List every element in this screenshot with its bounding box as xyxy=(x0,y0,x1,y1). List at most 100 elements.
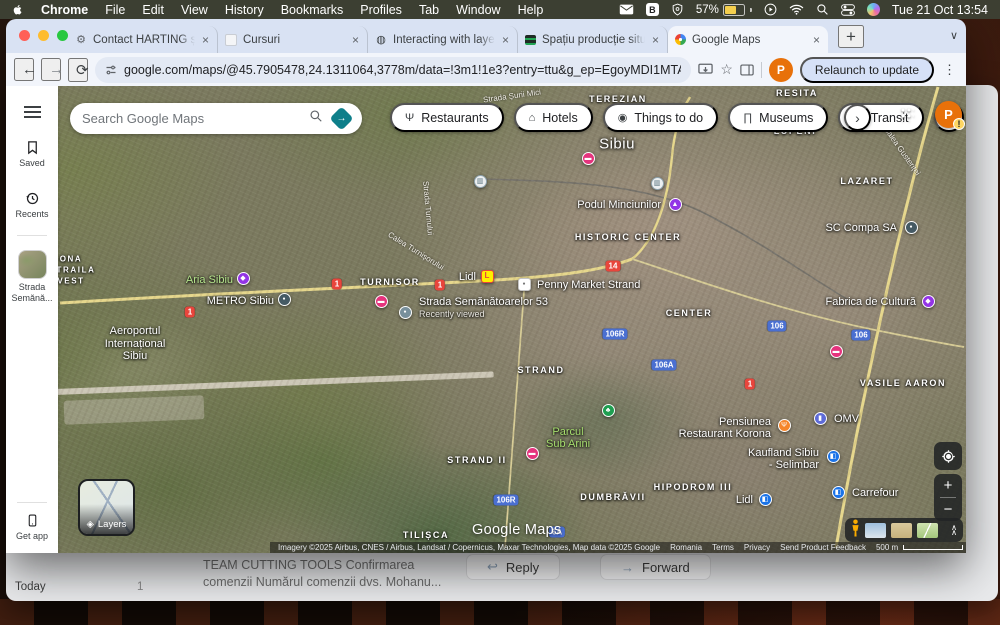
chip-restaurants[interactable]: Ψ Restaurants xyxy=(390,103,504,132)
menu-item-tab[interactable]: Tab xyxy=(419,3,439,17)
tab-contact-harting-i-fra[interactable]: ⚙ Contact HARTING și Fra × xyxy=(68,26,218,53)
menu-item-window[interactable]: Window xyxy=(456,3,500,17)
area-label-strand: STRAND xyxy=(517,365,565,375)
play-icon[interactable] xyxy=(764,3,777,16)
pensiunea-restaurant-korona-marker[interactable]: Ψ xyxy=(777,418,791,432)
site-info-icon[interactable] xyxy=(105,64,117,76)
search-input[interactable]: Search Google Maps xyxy=(82,111,299,126)
chips-more-button[interactable]: › xyxy=(844,104,871,131)
tab-interacting-with-layers-[interactable]: ◍ Interacting with layers - × xyxy=(368,26,518,53)
metro-sibiu-marker[interactable]: ● xyxy=(277,292,291,306)
strada-semanatoarelor-53-marker[interactable]: ● xyxy=(398,305,412,319)
metro-sibiu-label: METRO Sibiu xyxy=(206,294,274,307)
menu-hamburger-icon[interactable] xyxy=(23,106,41,118)
menu-item-profiles[interactable]: Profiles xyxy=(360,3,402,17)
tab-cursuri[interactable]: Cursuri × xyxy=(218,26,368,53)
google-apps-icon[interactable] xyxy=(900,107,914,121)
penny-market-strand-marker[interactable]: ● xyxy=(517,277,531,291)
menu-item-view[interactable]: View xyxy=(181,3,208,17)
forward-button[interactable]: → Forward xyxy=(600,554,711,580)
podul-minciunilor-marker[interactable]: ▲ xyxy=(668,197,682,211)
minimize-window-button[interactable] xyxy=(38,30,49,41)
attribution-link-romania[interactable]: Romania xyxy=(670,543,702,552)
lidl-store-marker[interactable]: L xyxy=(480,269,494,283)
aria-sibiu-marker[interactable]: ◆ xyxy=(236,271,250,285)
app-b-icon[interactable]: B xyxy=(645,3,659,16)
relaunch-to-update-button[interactable]: Relaunch to update xyxy=(799,56,934,83)
imagery-thumb-1[interactable] xyxy=(865,522,886,538)
mail-icon[interactable] xyxy=(619,4,634,15)
wifi-icon[interactable] xyxy=(789,4,804,15)
tab-search-chevron-icon[interactable]: ∨ xyxy=(950,29,958,42)
back-button[interactable]: ← xyxy=(14,58,37,81)
zoom-window-button[interactable] xyxy=(57,30,68,41)
maps-profile-avatar[interactable]: P ! xyxy=(935,101,965,130)
hotel-marker-1-marker[interactable]: ▬ xyxy=(581,151,595,165)
spotlight-icon[interactable] xyxy=(816,3,829,16)
sc-compa-sa-marker[interactable]: ● xyxy=(904,220,918,234)
sidebar-item-recents[interactable]: Recents xyxy=(15,191,49,220)
pegman-icon[interactable] xyxy=(851,518,860,542)
kaufland-sibiu-selimbar-marker[interactable]: ◧ xyxy=(826,449,840,463)
side-panel-icon[interactable] xyxy=(740,63,754,76)
tab-close-icon[interactable]: × xyxy=(501,33,510,47)
attribution-link-privacy[interactable]: Privacy xyxy=(744,543,770,552)
chip-museums[interactable]: ∏ Museums xyxy=(728,103,829,132)
tab-close-icon[interactable]: × xyxy=(201,33,210,47)
menu-item-help[interactable]: Help xyxy=(518,3,544,17)
attribution-link-terms[interactable]: Terms xyxy=(712,543,734,552)
tab-spa-iu-produc-ie-situat-[interactable]: Spațiu producție situat î × xyxy=(518,26,668,53)
hotel-marker-4-marker[interactable]: ▬ xyxy=(525,446,539,460)
imagery-thumb-2[interactable] xyxy=(891,522,912,538)
lidl-south-marker[interactable]: ◧ xyxy=(758,492,772,506)
battery-indicator[interactable]: 57% xyxy=(696,3,752,16)
shield-icon[interactable] xyxy=(671,3,684,16)
sidebar-item-recent-place[interactable]: Strada Semănă... xyxy=(11,250,53,303)
browser-profile-avatar[interactable]: P xyxy=(768,57,793,82)
collapse-chevron-icon[interactable]: ∧ ∧ xyxy=(951,524,957,537)
hotel-marker-3-marker[interactable]: ▬ xyxy=(829,344,843,358)
mail-toolbar-strip: Today 1 TEAM CUTTING TOOLS Confirmarea c… xyxy=(6,553,998,601)
maps-search-box[interactable]: Search Google Maps → xyxy=(70,103,362,134)
menu-item-edit[interactable]: Edit xyxy=(142,3,164,17)
browser-menu-icon[interactable]: ⋮ xyxy=(941,62,958,78)
new-tab-button[interactable]: + xyxy=(838,25,864,48)
reload-button[interactable]: ⟳ xyxy=(68,57,89,82)
tab-close-icon[interactable]: × xyxy=(812,33,821,47)
parcul-sub-arini-marker[interactable]: ♣ xyxy=(601,403,615,417)
close-window-button[interactable] xyxy=(19,30,30,41)
directions-icon[interactable]: → xyxy=(329,106,354,131)
search-icon[interactable] xyxy=(309,109,323,128)
siri-icon[interactable] xyxy=(866,3,880,16)
tab-close-icon[interactable]: × xyxy=(351,33,360,47)
imagery-thumb-3[interactable] xyxy=(917,522,938,538)
forward-nav-button[interactable]: → xyxy=(41,58,64,81)
train-station-marker-marker[interactable]: ▥ xyxy=(650,176,664,190)
carrefour-marker[interactable]: ◧ xyxy=(831,485,845,499)
layers-button[interactable]: ◈ Layers xyxy=(78,479,135,536)
tab-google-maps[interactable]: Google Maps × xyxy=(668,26,828,53)
address-bar[interactable]: google.com/maps/@45.7905478,24.1311064,3… xyxy=(95,56,692,83)
control-center-icon[interactable] xyxy=(840,3,855,16)
sidebar-item-saved[interactable]: Saved xyxy=(19,140,45,169)
install-icon[interactable] xyxy=(698,63,714,76)
attribution-link-send-product-feedback[interactable]: Send Product Feedback xyxy=(780,543,866,552)
reply-button[interactable]: ↩ Reply xyxy=(466,554,561,580)
hotel-marker-2-marker[interactable]: ▬ xyxy=(374,294,388,308)
menu-item-file[interactable]: File xyxy=(105,3,125,17)
sidebar-item-get-app[interactable]: Get app xyxy=(16,513,48,542)
menu-app-name[interactable]: Chrome xyxy=(41,3,88,17)
apple-icon[interactable] xyxy=(12,3,24,17)
menu-item-history[interactable]: History xyxy=(225,3,264,17)
menu-item-bookmarks[interactable]: Bookmarks xyxy=(281,3,344,17)
fabrica-de-cultura-marker[interactable]: ◆ xyxy=(921,294,935,308)
map-canvas[interactable]: SibiuTEREZIANRESITALUPENILAZARETHISTORIC… xyxy=(6,86,966,553)
my-location-button[interactable] xyxy=(934,442,962,470)
chip-things-to-do[interactable]: ◉ Things to do xyxy=(602,103,719,132)
bookmark-star-icon[interactable]: ☆ xyxy=(720,61,733,78)
zoom-in-button[interactable]: + xyxy=(934,474,962,497)
chip-hotels[interactable]: ⌂ Hotels xyxy=(513,103,593,132)
tab-close-icon[interactable]: × xyxy=(651,33,660,47)
station-marker-2-marker[interactable]: ▥ xyxy=(473,174,487,188)
omv-marker[interactable]: ▮ xyxy=(813,411,827,425)
